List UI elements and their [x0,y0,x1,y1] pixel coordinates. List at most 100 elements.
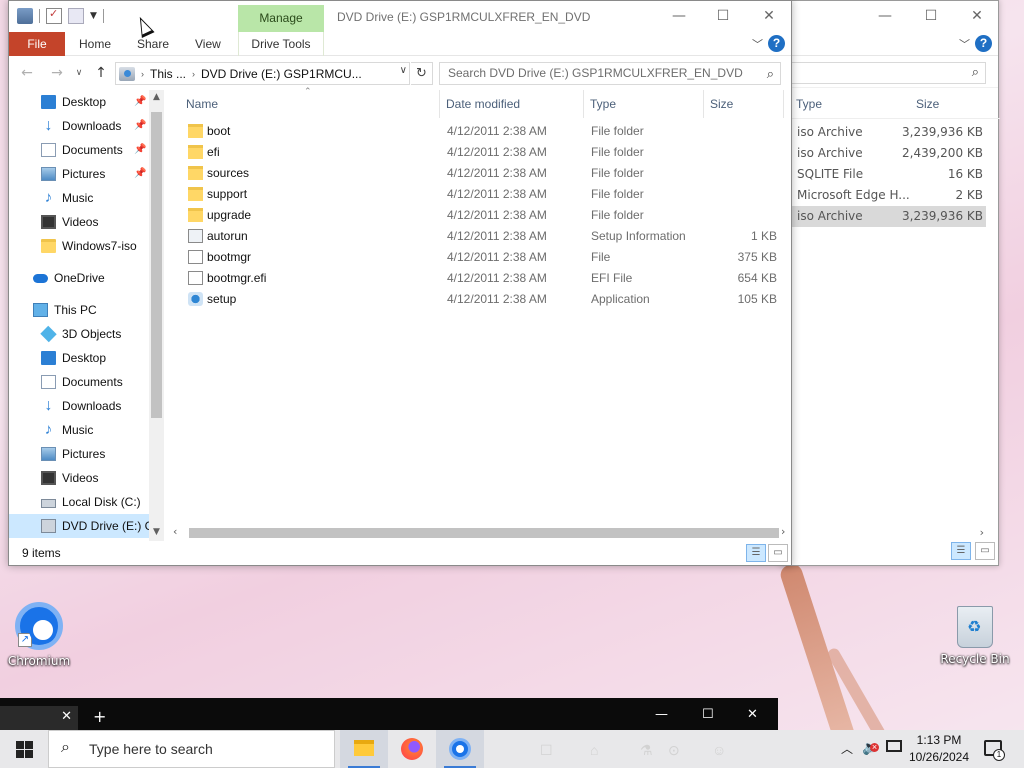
large-icons-view-icon[interactable]: ▭ [975,542,995,560]
show-hidden-icons-icon[interactable]: ︿ [841,740,853,757]
nav-item[interactable]: ♪ Music [9,418,164,442]
tab-file[interactable]: File [9,32,65,56]
file-row[interactable]: bootmgr.efi 4/12/2011 2:38 AM EFI File 654 … [184,268,784,289]
nav-item[interactable]: ♪ Music [9,186,164,210]
column-header-name[interactable]: Name [180,90,440,118]
network-icon[interactable] [886,740,902,752]
navigation-vertical-scrollbar[interactable]: ▲ ▼ [149,90,164,541]
file-row[interactable]: sources 4/12/2011 2:38 AM File folder [184,163,784,184]
scroll-right-icon[interactable]: › [980,526,984,539]
minimize-button[interactable]: — [656,1,702,32]
up-arrow-icon[interactable]: ↑ [91,64,111,82]
nav-item[interactable]: Local Disk (C:) [9,490,164,514]
details-view-icon[interactable]: ☰ [951,542,971,560]
nav-item[interactable]: Pictures 📌 [9,162,164,186]
recent-locations-icon[interactable]: ∨ [69,64,89,82]
background-file-row[interactable]: Microsoft Edge H... 2 KB [781,185,986,206]
maximize-button[interactable]: ☐ [700,1,746,32]
file-row[interactable]: setup 4/12/2011 2:38 AM Application 105 KB [184,289,784,310]
scrollbar-thumb[interactable] [151,112,162,418]
tab-drive-tools[interactable]: Drive Tools [238,32,324,56]
file-row[interactable]: boot 4/12/2011 2:38 AM File folder [184,121,784,142]
column-header-type[interactable]: Type [796,97,822,111]
file-row[interactable]: autorun 4/12/2011 2:38 AM Setup Informatio… [184,226,784,247]
pin-icon[interactable]: 📌 [134,162,146,186]
nav-item[interactable]: OneDrive [9,266,164,290]
manage-context-tab[interactable]: Manage [238,5,324,32]
taskbar-firefox[interactable] [388,730,436,768]
scroll-up-icon[interactable]: ▲ [149,92,164,102]
desktop-icon-chromium[interactable]: ↗ Chromium [1,602,77,668]
nav-item[interactable]: ↓ Downloads 📌 [9,114,164,138]
scroll-down-icon[interactable]: ▼ [149,527,164,537]
nav-item[interactable]: Documents [9,370,164,394]
background-minimize-button[interactable]: — [862,1,908,32]
nav-item[interactable]: Windows7-iso [9,234,164,258]
browser-tab[interactable]: ✕ [0,706,78,730]
background-explorer-window[interactable]: — ☐ ✕ ﹀ ? ⌕ Type Size iso Archive 3,239,9… [780,0,1000,566]
tab-view[interactable]: View [195,32,221,56]
nav-item[interactable]: Pictures [9,442,164,466]
file-row[interactable]: efi 4/12/2011 2:38 AM File folder [184,142,784,163]
nav-item[interactable]: This PC [9,298,164,322]
search-input[interactable]: Search DVD Drive (E:) GSP1RMCULXFRER_EN_… [439,62,781,85]
browser-maximize-icon[interactable]: ☐ [702,707,714,722]
close-tab-icon[interactable]: ✕ [61,709,72,724]
nav-item[interactable]: Documents 📌 [9,138,164,162]
nav-item[interactable]: Desktop 📌 [9,90,164,114]
background-maximize-button[interactable]: ☐ [908,1,954,32]
pin-icon[interactable]: 📌 [134,138,146,162]
column-header-type[interactable]: Type [584,90,704,118]
chevron-down-icon[interactable]: ﹀ [959,36,970,52]
column-header-size[interactable]: Size [704,90,784,118]
desktop-icon-recycle-bin[interactable]: Recycle Bin [937,606,1013,666]
new-folder-icon[interactable] [68,8,84,24]
breadcrumb-separator-icon[interactable]: › [141,69,144,79]
details-view-icon[interactable]: ☰ [746,544,766,562]
nav-item[interactable]: ↓ Downloads [9,394,164,418]
background-close-button[interactable]: ✕ [954,1,1000,32]
nav-item[interactable]: 3D Objects [9,322,164,346]
pin-icon[interactable]: 📌 [134,114,146,138]
background-file-row[interactable]: iso Archive 3,239,936 KB [781,206,986,227]
breadcrumb-separator-icon[interactable]: › [192,69,195,79]
close-button[interactable]: ✕ [746,1,792,32]
nav-item[interactable]: DVD Drive (E:) GS [9,514,164,538]
nav-item[interactable]: Videos [9,210,164,234]
scroll-right-icon[interactable]: › [781,525,785,538]
background-file-row[interactable]: SQLITE File 16 KB [781,164,986,185]
browser-close-icon[interactable]: ✕ [747,707,758,722]
back-arrow-icon[interactable]: ← [17,64,37,82]
scroll-left-icon[interactable]: ‹ [173,525,177,538]
address-input[interactable]: › This ... › DVD Drive (E:) GSP1RMCU... … [115,62,410,85]
file-row[interactable]: bootmgr 4/12/2011 2:38 AM File 375 KB [184,247,784,268]
system-clock[interactable]: 1:13 PM 10/26/2024 [906,732,972,766]
taskbar-file-explorer[interactable] [340,730,388,768]
file-list-horizontal-scrollbar[interactable]: ‹ › [169,525,792,542]
forward-arrow-icon[interactable]: → [47,64,67,82]
background-file-row[interactable]: iso Archive 2,439,200 KB [781,143,986,164]
nav-item[interactable]: Videos [9,466,164,490]
help-icon[interactable]: ? [975,35,992,52]
background-file-row[interactable]: iso Archive 3,239,936 KB [781,122,986,143]
address-dropdown-icon[interactable]: ∨ [400,65,407,76]
nav-item[interactable]: Desktop [9,346,164,370]
scrollbar-thumb[interactable] [189,528,779,538]
large-icons-view-icon[interactable]: ▭ [768,544,788,562]
taskbar-chromium[interactable] [436,730,484,768]
background-search-input[interactable]: ⌕ [781,62,986,84]
expand-ribbon-icon[interactable]: ﹀ [752,36,763,52]
breadcrumb-dvd-drive[interactable]: DVD Drive (E:) GSP1RMCU... [201,67,362,81]
breadcrumb-this-pc[interactable]: This ... [150,67,186,81]
column-header-size[interactable]: Size [916,97,939,111]
taskbar-search-box[interactable]: ⌕ Type here to search [48,730,335,768]
refresh-icon[interactable]: ↻ [411,62,433,85]
new-tab-icon[interactable]: + [93,707,106,726]
explorer-window[interactable]: ▼ Manage DVD Drive (E:) GSP1RMCULXFRER_E… [8,0,792,566]
column-header-date-modified[interactable]: Date modified [440,90,584,118]
properties-icon[interactable] [46,7,62,24]
pin-icon[interactable]: 📌 [134,90,146,114]
start-button[interactable] [0,730,48,768]
drive-icon[interactable] [17,8,33,24]
speaker-muted-icon[interactable]: 🔈 [862,739,880,756]
